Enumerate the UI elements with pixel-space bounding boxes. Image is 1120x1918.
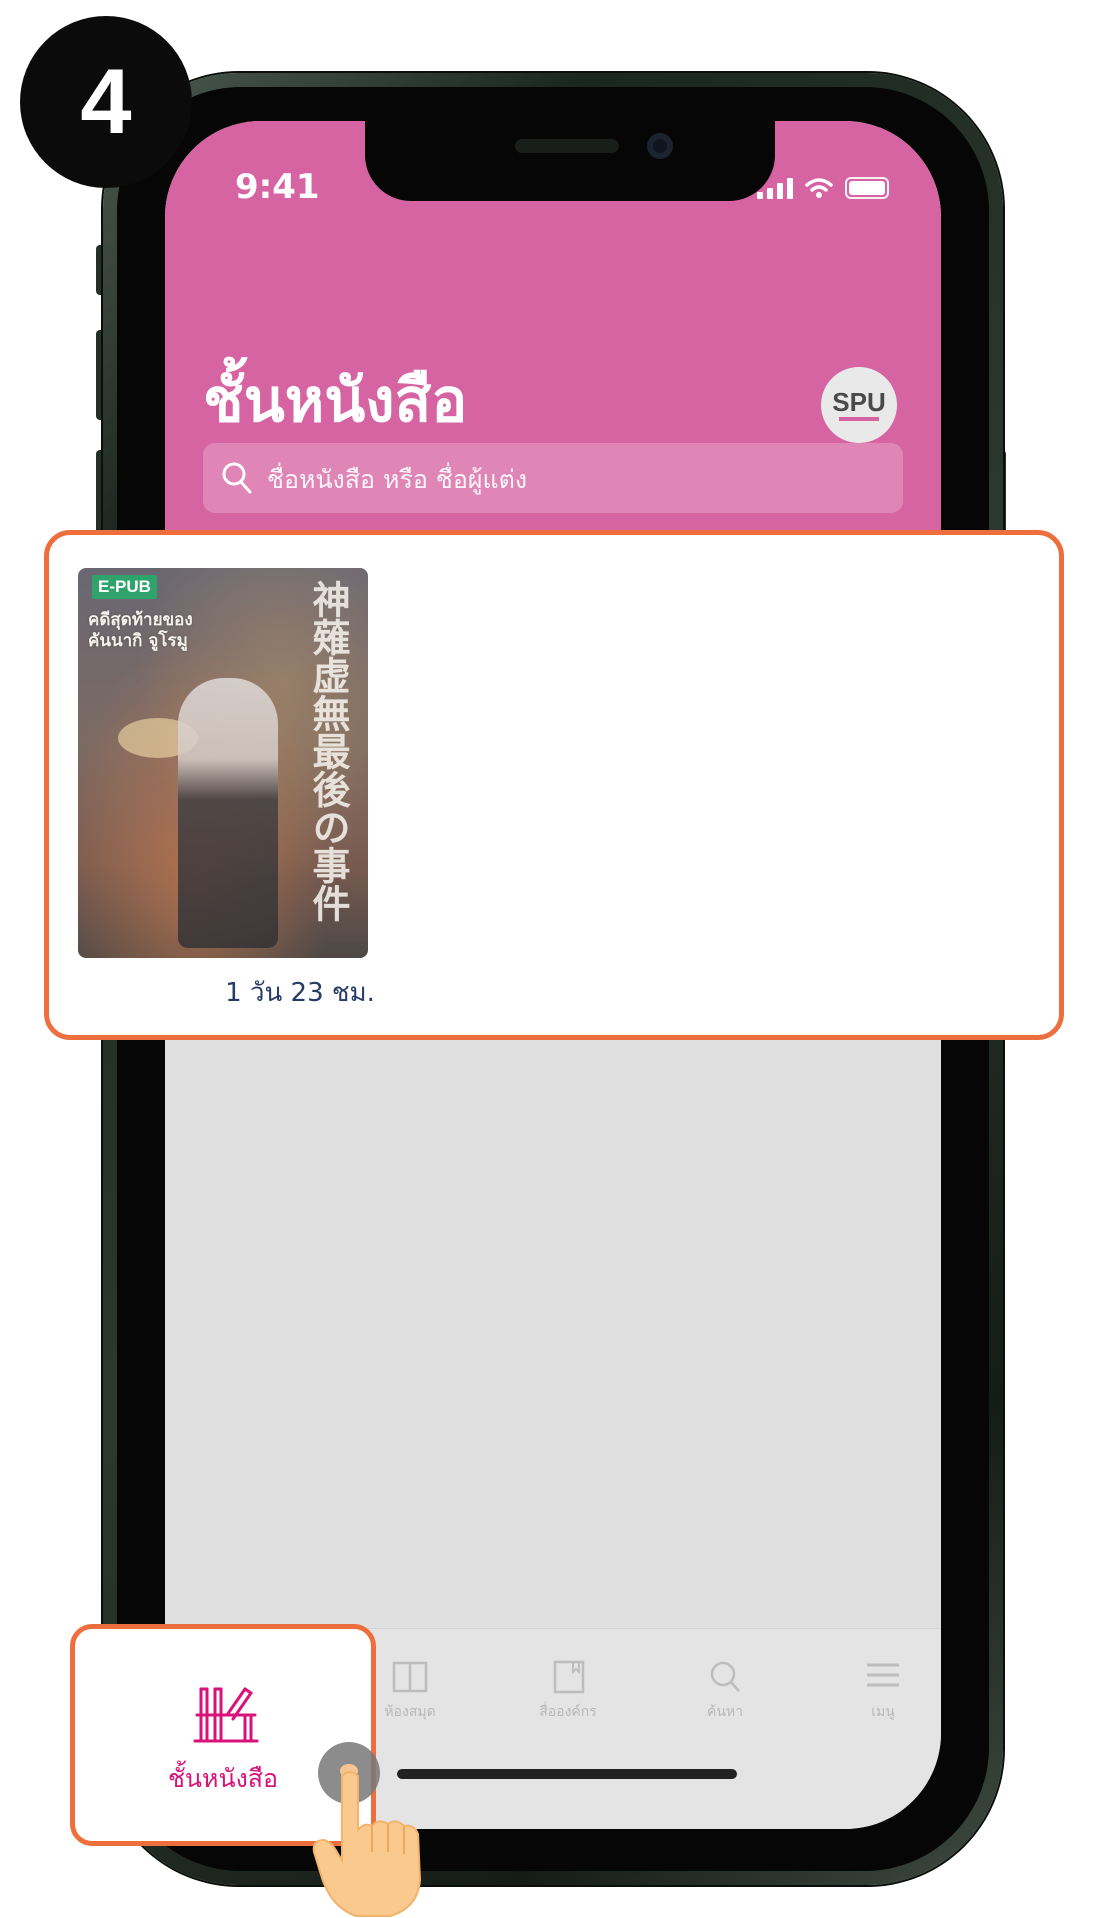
wifi-icon — [805, 178, 833, 198]
epub-badge: E-PUB — [92, 575, 157, 599]
library-book-icon — [392, 1661, 428, 1693]
pointing-hand-icon — [312, 1771, 422, 1917]
status-time: 9:41 — [235, 167, 320, 207]
tab-menu-label: เมนู — [871, 1704, 895, 1720]
book-cover-author: คดีสุดท้ายของ คันนากิ จูโรมู — [88, 610, 193, 651]
tab-search[interactable]: ค้นหา — [655, 1659, 795, 1723]
speaker-grille — [515, 139, 619, 153]
tab-search-label: ค้นหา — [706, 1704, 744, 1720]
spu-logo-text: SPU — [832, 387, 886, 417]
home-indicator — [397, 1769, 737, 1779]
organization-book-icon — [553, 1660, 585, 1694]
step-number-badge: 4 — [20, 16, 192, 188]
phone-notch — [365, 121, 775, 201]
menu-icon — [867, 1663, 899, 1687]
page-title: ชั้นหนังสือ — [203, 366, 468, 436]
tab-menu[interactable]: เมนู — [813, 1659, 941, 1723]
tab-organization-label: สื่อองค์กร — [539, 1704, 597, 1720]
spu-logo-bar — [839, 417, 879, 421]
search-icon — [710, 1661, 740, 1692]
tab-library-label: ห้องสมุด — [384, 1704, 436, 1720]
status-icons — [757, 173, 889, 203]
bookshelf-icon — [193, 1687, 259, 1743]
book-cover-title: 神薙虚無最後の事件 — [306, 580, 351, 922]
book-loan-duration: 1 วัน 23 ชม. — [225, 978, 375, 1008]
search-icon — [222, 462, 252, 494]
book-cover[interactable]: 神薙虚無最後の事件 คดีสุดท้ายของ คันนากิ จูโรมู — [78, 568, 368, 958]
front-camera — [647, 133, 673, 159]
battery-icon — [845, 177, 889, 199]
search-input[interactable] — [265, 443, 893, 515]
search-bar[interactable] — [203, 443, 903, 515]
tab-organization[interactable]: สื่อองค์กร — [498, 1659, 638, 1723]
spu-logo[interactable]: SPU — [821, 367, 897, 443]
